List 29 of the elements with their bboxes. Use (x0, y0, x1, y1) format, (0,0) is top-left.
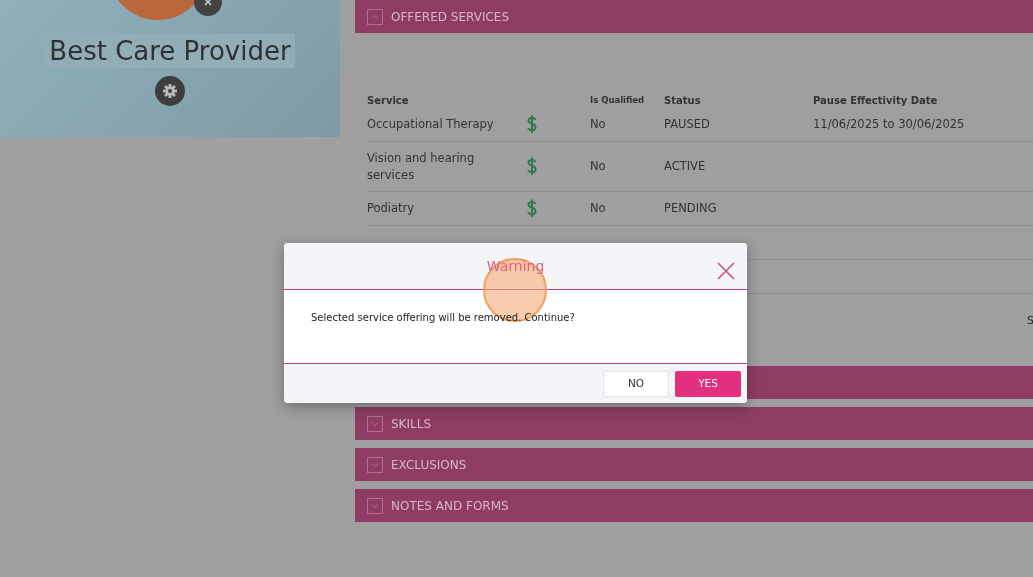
table-cell-text: PAUSED (664, 115, 711, 133)
table-cell-text: Occupational Therapy (367, 116, 495, 133)
column-header: Pause Effectivity Date (813, 94, 939, 108)
section-header[interactable]: SKILLS (355, 407, 1033, 440)
column-header: Status (664, 94, 702, 108)
table-cell-text: Podiatry (367, 200, 416, 217)
table-cell-text: No (590, 115, 607, 133)
section-header[interactable]: NOTES AND FORMS (355, 489, 1033, 522)
settings-button[interactable] (155, 76, 185, 106)
table-cell-text: No (590, 199, 607, 217)
close-icon (203, 0, 213, 7)
dollar-icon (527, 115, 537, 134)
dollar-icon (527, 199, 537, 218)
text-fragment: S (1027, 314, 1033, 328)
table-cell-text: No (590, 157, 607, 175)
dollar-icon (527, 157, 537, 176)
table-cell-text: PENDING (664, 199, 718, 217)
section-header[interactable]: EXCLUSIONS (355, 448, 1033, 481)
column-header: Service (367, 94, 410, 108)
close-icon (717, 261, 735, 280)
no-button[interactable]: NO (603, 370, 669, 397)
yes-button[interactable]: YES (675, 370, 741, 397)
table-cell-text: ACTIVE (664, 157, 707, 175)
provider-name: Best Care Provider (45, 34, 295, 68)
table-cell-text: Vision and hearing services (367, 149, 476, 184)
table-cell-text: 11/06/2025 to 30/06/2025 (813, 115, 966, 133)
section-header[interactable]: OFFERED SERVICES (355, 0, 1033, 33)
settings-icon (162, 83, 178, 99)
column-header: Is Qualified (590, 94, 646, 107)
